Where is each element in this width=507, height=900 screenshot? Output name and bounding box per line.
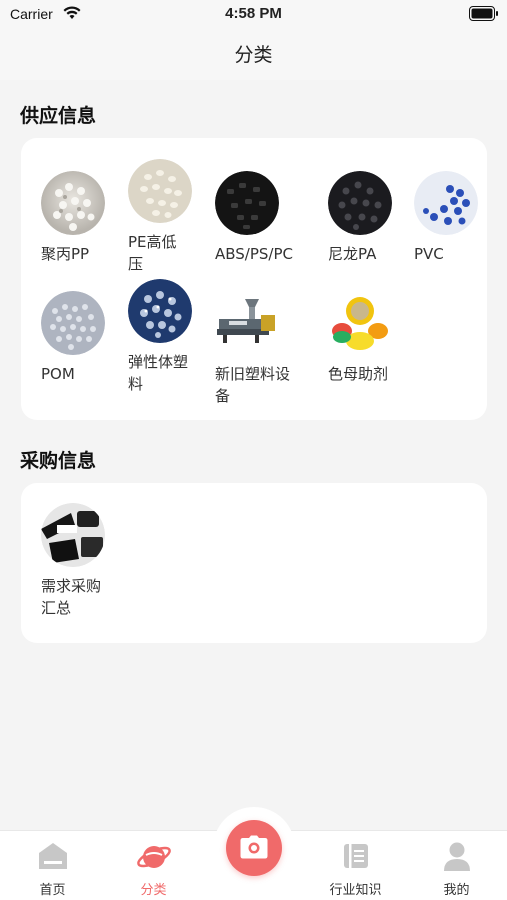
- category-label: 弹性体塑 料: [128, 353, 189, 393]
- tab-home[interactable]: 首页: [2, 831, 103, 900]
- extruder-machine-image: [215, 291, 279, 355]
- tab-mine[interactable]: 我的: [406, 831, 507, 900]
- page-title: 分类: [234, 44, 273, 66]
- category-masterbatch[interactable]: 色母助剂: [328, 291, 418, 385]
- battery-icon: [469, 6, 498, 21]
- tab-category[interactable]: 分类: [103, 831, 204, 900]
- pa-pellets-image: [328, 171, 392, 235]
- purchase-section-title: 采购信息: [20, 450, 97, 472]
- abs-pellets-image: [215, 171, 279, 235]
- purchase-card: 需求采购 汇总: [21, 483, 487, 643]
- category-pom[interactable]: POM: [41, 291, 131, 385]
- book-icon: [343, 844, 368, 868]
- supply-card: 聚丙PP PE高低 压 ABS/PS/PC 尼龙PA PVC POM 弹性体塑 …: [21, 138, 487, 420]
- status-time: 4:58 PM: [225, 5, 282, 22]
- user-icon: [443, 842, 470, 871]
- category-abs[interactable]: ABS/PS/PC: [215, 171, 305, 265]
- tab-label: 我的: [443, 883, 470, 898]
- category-label: 需求采购 汇总: [41, 577, 102, 617]
- category-elastomer[interactable]: 弹性体塑 料: [128, 279, 218, 395]
- masterbatch-image: [328, 291, 392, 355]
- purchase-summary-image: [41, 503, 105, 567]
- camera-icon: [240, 835, 268, 859]
- camera-button[interactable]: [226, 820, 282, 876]
- category-label: POM: [41, 365, 75, 383]
- tab-label: 行业知识: [329, 883, 382, 898]
- pp-pellets-image: [41, 171, 105, 235]
- category-pe[interactable]: PE高低 压: [128, 159, 218, 275]
- pvc-pellets-image: [414, 171, 478, 235]
- elastomer-pellets-image: [128, 279, 192, 343]
- tab-label: 首页: [39, 883, 66, 898]
- pe-pellets-image: [128, 159, 192, 223]
- planet-icon: [136, 846, 171, 868]
- status-bar: Carrier 4:58 PM: [0, 0, 507, 28]
- category-purchase-summary[interactable]: 需求采购 汇总: [41, 503, 131, 619]
- pom-pellets-image: [41, 291, 105, 355]
- category-pa[interactable]: 尼龙PA: [328, 171, 418, 265]
- category-machinery[interactable]: 新旧塑料设 备: [215, 291, 305, 407]
- category-label: PVC: [414, 245, 444, 263]
- category-label: 聚丙PP: [41, 245, 90, 263]
- category-label: 新旧塑料设 备: [215, 365, 291, 405]
- category-label: ABS/PS/PC: [215, 245, 294, 263]
- category-label: PE高低 压: [128, 233, 177, 273]
- home-icon: [38, 843, 67, 869]
- tab-label: 分类: [140, 883, 167, 898]
- category-pp[interactable]: 聚丙PP: [41, 171, 131, 265]
- category-label: 色母助剂: [328, 365, 389, 383]
- category-pvc[interactable]: PVC: [414, 171, 504, 265]
- tab-knowledge[interactable]: 行业知识: [305, 831, 406, 900]
- category-label: 尼龙PA: [328, 245, 377, 263]
- supply-section-title: 供应信息: [20, 105, 97, 127]
- nav-bar: 分类: [0, 28, 507, 80]
